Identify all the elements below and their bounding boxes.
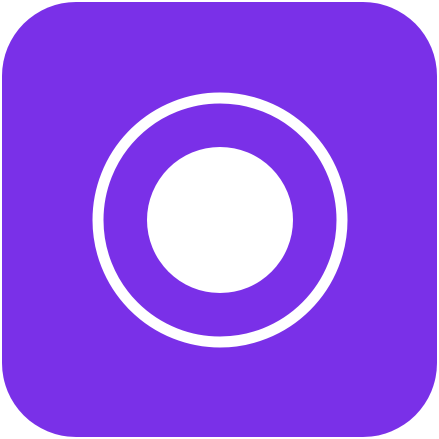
icon-canvas [0,0,439,439]
app-icon[interactable] [2,2,437,437]
record-icon [92,92,348,348]
record-icon-svg [92,92,347,347]
record-inner-dot [146,146,293,293]
